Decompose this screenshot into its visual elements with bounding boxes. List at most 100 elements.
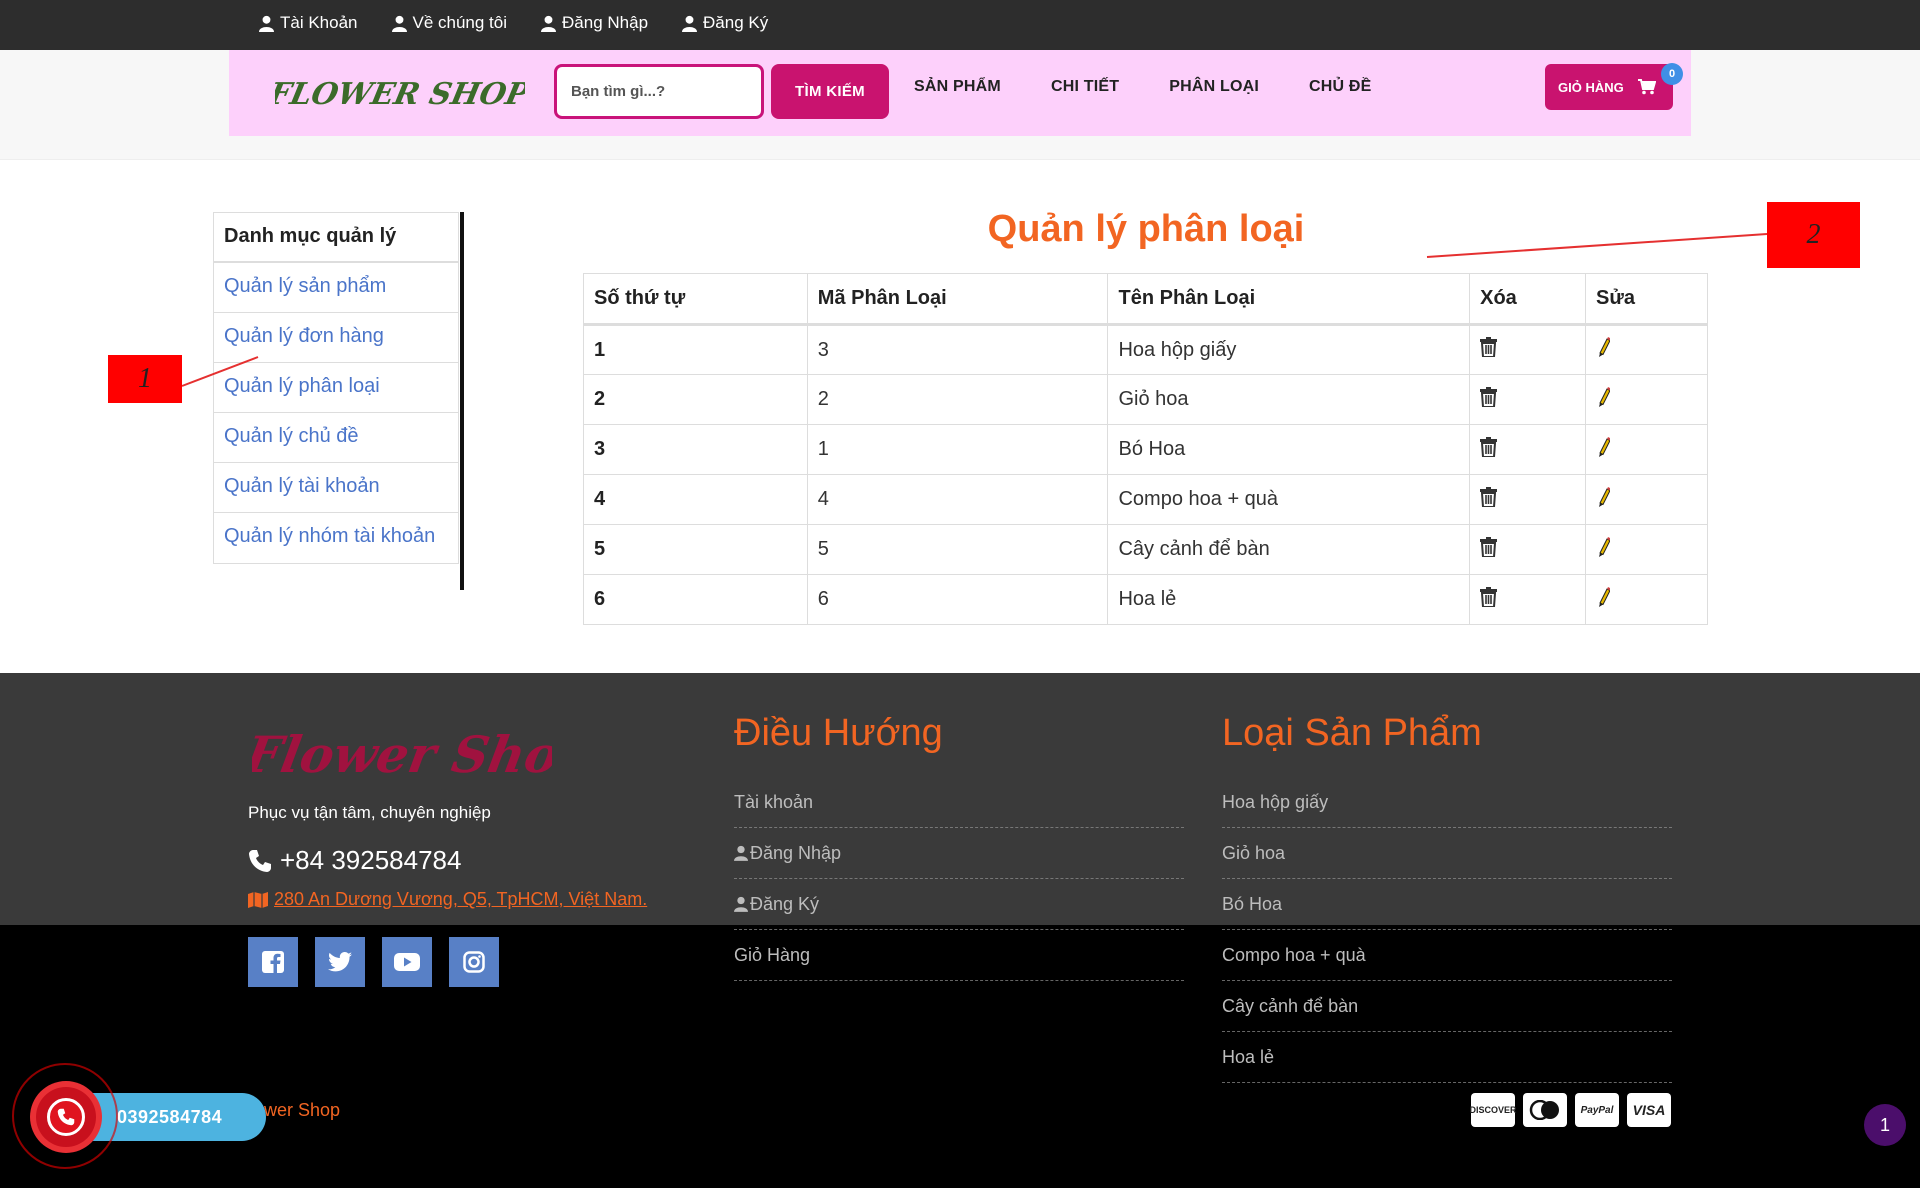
footer-address[interactable]: 280 An Dương Vương, Q5, TpHCM, Việt Nam. [248, 889, 647, 910]
admin-sidebar: Danh mục quản lý Quản lý sản phẩm Quản l… [213, 212, 464, 590]
twitter-icon[interactable] [315, 937, 365, 987]
nav-topics[interactable]: CHỦ ĐỀ [1309, 78, 1372, 96]
footer-category-link[interactable]: Compo hoa + quà [1222, 930, 1672, 981]
youtube-icon[interactable] [382, 937, 432, 987]
user-icon [734, 845, 748, 861]
cart-icon [1637, 79, 1656, 95]
cell-name: Cây cảnh để bàn [1107, 524, 1471, 575]
footer-phone-number: +84 392584784 [280, 845, 462, 875]
top-link-label: Về chúng tôi [412, 13, 508, 32]
footer-link-register[interactable]: Đăng Ký [734, 879, 1184, 930]
top-link-register[interactable]: Đăng Ký [682, 13, 768, 33]
visa-icon: VISA [1627, 1093, 1671, 1127]
cart-label: GIỎ HÀNG [1558, 79, 1624, 95]
user-icon [259, 15, 274, 32]
footer-category-link[interactable]: Hoa lẻ [1222, 1032, 1672, 1083]
trash-icon[interactable] [1480, 536, 1498, 563]
column-header-stt: Số thứ tự [583, 273, 808, 326]
footer-category-title: Loại Sản Phẩm [1222, 712, 1482, 754]
pencil-icon[interactable] [1596, 586, 1612, 613]
footer-tagline: Phục vụ tận tâm, chuyên nghiệp [248, 803, 491, 822]
footer-nav-list: Tài khoản Đăng Nhập Đăng Ký Giỏ Hàng [734, 777, 1184, 981]
nav-products[interactable]: SẢN PHẨM [914, 78, 1001, 96]
cell-stt: 5 [583, 524, 808, 575]
user-icon [682, 15, 698, 32]
pencil-icon[interactable] [1596, 436, 1612, 463]
pencil-icon[interactable] [1596, 486, 1612, 513]
page-number-badge[interactable]: 1 [1864, 1104, 1906, 1146]
table-row: 2 2 Giỏ hoa [583, 374, 1708, 425]
top-link-login[interactable]: Đăng Nhập [541, 13, 648, 33]
top-link-label: Đăng Ký [703, 13, 769, 32]
main-nav: SẢN PHẨM CHI TIẾT PHÂN LOẠI CHỦ ĐỀ [914, 78, 1372, 96]
cart-button[interactable]: GIỎ HÀNG [1545, 64, 1673, 110]
search-input[interactable] [554, 64, 764, 119]
cell-name: Hoa hộp giấy [1107, 324, 1471, 375]
facebook-icon[interactable] [248, 937, 298, 987]
column-header-code: Mã Phân Loại [806, 273, 1109, 326]
user-icon [734, 896, 748, 912]
footer-category-link[interactable]: Bó Hoa [1222, 879, 1672, 930]
table-header-row: Số thứ tự Mã Phân Loại Tên Phân Loại Xóa… [583, 273, 1708, 326]
footer-category-link[interactable]: Cây cảnh để bàn [1222, 981, 1672, 1032]
sidebar-item-products[interactable]: Quản lý sản phẩm [214, 263, 458, 313]
footer-category-list: Hoa hộp giấy Giỏ hoa Bó Hoa Compo hoa + … [1222, 777, 1672, 1083]
instagram-icon[interactable] [449, 937, 499, 987]
cell-code: 2 [806, 374, 1109, 425]
footer-link-login[interactable]: Đăng Nhập [734, 828, 1184, 879]
cell-edit [1585, 474, 1708, 525]
cell-edit [1585, 574, 1708, 625]
cell-code: 4 [806, 474, 1109, 525]
table-row: 5 5 Cây cảnh để bàn [583, 524, 1708, 575]
pencil-icon[interactable] [1596, 536, 1612, 563]
pencil-icon[interactable] [1596, 337, 1612, 363]
sidebar-item-accounts[interactable]: Quản lý tài khoản [214, 463, 458, 513]
trash-icon[interactable] [1480, 436, 1498, 463]
footer-phone[interactable]: +84 392584784 [248, 845, 461, 876]
category-table: Số thứ tự Mã Phân Loại Tên Phân Loại Xóa… [583, 273, 1708, 625]
annotation-tag-2: 2 [1767, 202, 1860, 268]
sidebar-item-categories[interactable]: Quản lý phân loại [214, 363, 458, 413]
cell-name: Hoa lẻ [1107, 574, 1471, 625]
table-row: 3 1 Bó Hoa [583, 424, 1708, 475]
sidebar-list: Danh mục quản lý Quản lý sản phẩm Quản l… [213, 212, 459, 564]
nav-details[interactable]: CHI TIẾT [1051, 78, 1119, 96]
top-link-account[interactable]: Tài Khoản [259, 13, 358, 33]
cell-stt: 6 [583, 574, 808, 625]
footer-category-link[interactable]: Giỏ hoa [1222, 828, 1672, 879]
footer-link-account[interactable]: Tài khoản [734, 777, 1184, 828]
cell-name: Bó Hoa [1107, 424, 1471, 475]
table-row: 1 3 Hoa hộp giấy [583, 324, 1708, 375]
trash-icon[interactable] [1480, 386, 1498, 413]
sidebar-item-topics[interactable]: Quản lý chủ đề [214, 413, 458, 463]
sidebar-item-account-groups[interactable]: Quản lý nhóm tài khoản [214, 513, 458, 563]
discover-icon: DISCOVER [1470, 1093, 1517, 1127]
trash-icon[interactable] [1480, 586, 1498, 613]
search-button[interactable]: TÌM KIẾM [771, 64, 889, 119]
cell-delete [1469, 524, 1587, 575]
footer-link-label: Giỏ Hàng [734, 944, 811, 965]
sidebar-item-orders[interactable]: Quản lý đơn hàng [214, 313, 458, 363]
footer-link-cart[interactable]: Giỏ Hàng [734, 930, 1184, 981]
social-links [248, 937, 499, 987]
table-row: 6 6 Hoa lẻ [583, 574, 1708, 625]
nav-categories[interactable]: PHÂN LOẠI [1169, 78, 1259, 96]
cell-code: 3 [806, 324, 1109, 375]
top-link-about[interactable]: Về chúng tôi [391, 13, 508, 33]
cell-code: 6 [806, 574, 1109, 625]
trash-icon[interactable] [1480, 337, 1498, 363]
paypal-icon: PayPal [1575, 1093, 1619, 1127]
cell-code: 1 [806, 424, 1109, 475]
sidebar-title: Danh mục quản lý [214, 213, 458, 263]
shop-logo[interactable]: FLOWER SHOP [275, 68, 525, 118]
annotation-tag-1: 1 [108, 355, 182, 403]
table-row: 4 4 Compo hoa + quà [583, 474, 1708, 525]
pencil-icon[interactable] [1596, 386, 1612, 413]
footer-logo[interactable]: Flower Shop [252, 722, 552, 788]
column-header-delete: Xóa [1469, 273, 1587, 326]
footer-category-link[interactable]: Hoa hộp giấy [1222, 777, 1672, 828]
map-icon [248, 891, 268, 908]
trash-icon[interactable] [1480, 486, 1498, 513]
phone-icon [249, 849, 271, 872]
call-button[interactable] [30, 1081, 102, 1153]
